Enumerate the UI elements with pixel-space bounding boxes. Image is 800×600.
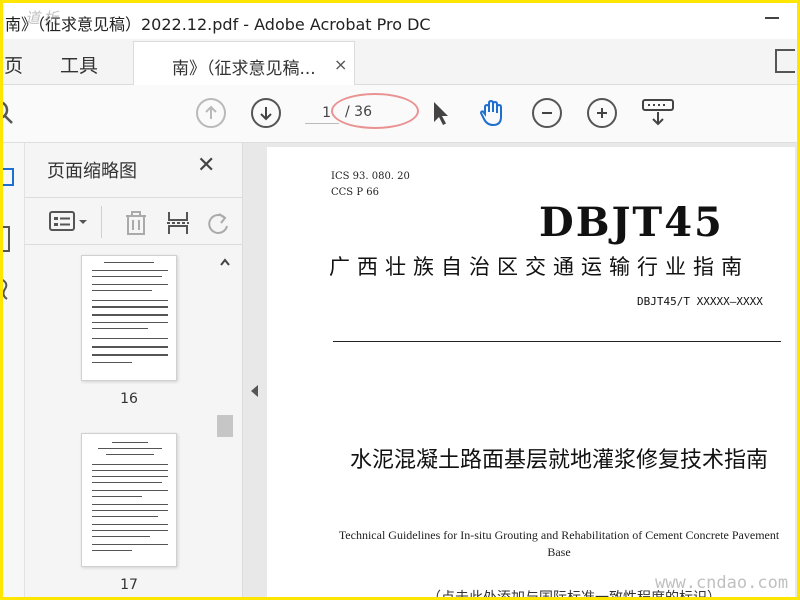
- acrobat-window: 南》（征求意见稿）2022.12.pdf - Adobe Acrobat Pro…: [3, 3, 797, 597]
- collapse-panel-arrow-icon[interactable]: [251, 385, 258, 397]
- ccs-code: CCS P 66: [331, 187, 379, 198]
- hand-tool-icon[interactable]: [477, 98, 507, 128]
- thumbnail-number-17: 17: [120, 577, 138, 593]
- tab-document[interactable]: 南》（征求意见稿... ×: [133, 41, 355, 85]
- document-title-cn: 水泥混凝土路面基层就地灌浆修复技术指南: [349, 448, 768, 473]
- thumbnail-scrollbar[interactable]: [215, 255, 235, 597]
- toolbar-divider: [101, 206, 102, 238]
- thumbnails-panel: 页面缩略图 ✕ 16 17: [25, 143, 243, 597]
- rotate-icon[interactable]: [205, 210, 231, 236]
- document-tab-label: 南》（征求意见稿...: [172, 59, 316, 79]
- main-toolbar: 1 / 36: [3, 85, 797, 143]
- ics-code: ICS 93. 080. 20: [331, 171, 410, 182]
- zoom-in-button[interactable]: [587, 98, 617, 128]
- thumbnails-icon[interactable]: [3, 165, 19, 187]
- zoom-out-button[interactable]: [532, 98, 562, 128]
- thumbnail-list: 16 17: [25, 247, 243, 597]
- window-title: 南》（征求意见稿）2022.12.pdf - Adobe Acrobat Pro…: [5, 15, 431, 34]
- next-page-button[interactable]: [251, 98, 281, 128]
- panel-toolbar: [25, 197, 243, 245]
- standard-code: DBJT45: [539, 199, 724, 246]
- close-panel-button[interactable]: ✕: [197, 153, 215, 178]
- search-icon[interactable]: [3, 98, 19, 128]
- divider-line: [333, 341, 781, 342]
- options-menu-icon[interactable]: [49, 210, 91, 234]
- watermark-url: www.cndao.com: [655, 573, 789, 593]
- extract-page-icon[interactable]: [165, 210, 191, 236]
- title-bar: 南》（征求意见稿）2022.12.pdf - Adobe Acrobat Pro…: [3, 3, 797, 39]
- scroll-up-icon[interactable]: [219, 257, 231, 267]
- document-title-en: Technical Guidelines for In-situ Groutin…: [338, 528, 780, 559]
- panel-title: 页面缩略图: [47, 161, 137, 182]
- guide-title-cn: 广西壮族自治区交通运输行业指南: [329, 255, 749, 279]
- scroll-mode-icon[interactable]: [641, 98, 675, 128]
- arrow-down-icon: [260, 107, 272, 121]
- scrollbar-thumb[interactable]: [217, 415, 233, 437]
- minus-icon: [542, 112, 552, 114]
- watermark-logo: 道析: [25, 9, 62, 27]
- document-viewer: ICS 93. 080. 20 CCS P 66 DBJT45 广西壮族自治区交…: [243, 143, 797, 597]
- annotation-circle: [331, 93, 419, 129]
- standard-number: DBJT45/T XXXXX—XXXX: [637, 295, 763, 308]
- thumbnail-page-17[interactable]: [81, 433, 177, 567]
- previous-page-button[interactable]: [196, 98, 226, 128]
- arrow-up-icon: [205, 105, 217, 119]
- navigation-rail: [3, 143, 25, 597]
- plus-icon: [597, 108, 607, 118]
- thumbnail-page-16[interactable]: [81, 255, 177, 381]
- document-icon[interactable]: [775, 49, 795, 73]
- delete-icon[interactable]: [123, 210, 149, 236]
- select-cursor-icon[interactable]: [425, 98, 455, 128]
- tab-bar: 主页 工具 南》（征求意见稿... ×: [3, 39, 797, 85]
- minimize-button[interactable]: [765, 17, 779, 19]
- tab-home[interactable]: 主页: [3, 51, 23, 78]
- thumbnail-number-16: 16: [120, 391, 138, 407]
- attachment-icon[interactable]: [3, 275, 19, 303]
- close-tab-button[interactable]: ×: [334, 55, 347, 74]
- bookmark-icon[interactable]: [3, 225, 19, 253]
- pdf-page: ICS 93. 080. 20 CCS P 66 DBJT45 广西壮族自治区交…: [267, 147, 795, 597]
- tab-tools[interactable]: 工具: [60, 51, 98, 78]
